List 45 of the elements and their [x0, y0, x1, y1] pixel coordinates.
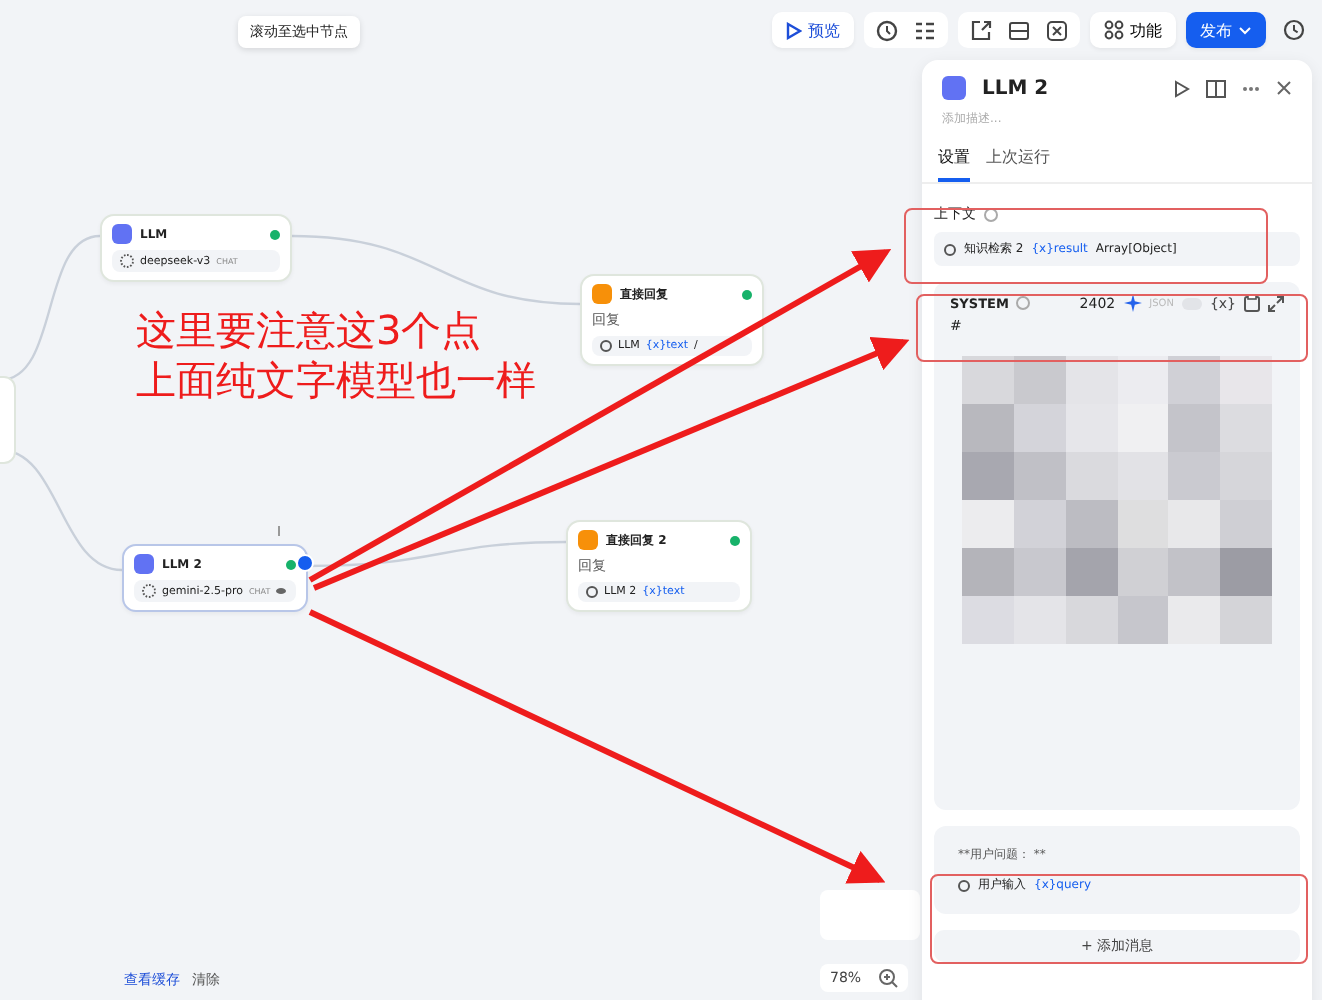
node-ref-icon: [586, 586, 598, 598]
add-handle[interactable]: [296, 554, 314, 572]
status-dot: [730, 535, 740, 545]
export-icon[interactable]: [970, 19, 992, 41]
features-button[interactable]: 功能: [1090, 12, 1176, 48]
publish-button[interactable]: 发布: [1186, 12, 1266, 48]
annotation-text: 上面纯文字模型也一样: [136, 356, 536, 406]
checklist-icon[interactable]: [914, 19, 936, 41]
status-dot: [742, 289, 752, 299]
panel-tab[interactable]: 上次运行: [986, 146, 1050, 182]
close-icon[interactable]: [1276, 80, 1292, 96]
annotation-text: 这里要注意这3个点: [136, 306, 484, 356]
preview-button[interactable]: 预览: [772, 12, 854, 48]
panel-title: LLM 2: [982, 77, 1049, 99]
play-icon[interactable]: [1174, 79, 1190, 97]
status-dot: [286, 559, 296, 569]
panel-tab[interactable]: 设置: [938, 146, 970, 182]
node-icon: [112, 224, 132, 244]
more-icon[interactable]: [1242, 85, 1260, 91]
variable-icon[interactable]: [1046, 19, 1068, 41]
node-ref-icon: [958, 879, 970, 891]
clipboard-icon[interactable]: [1244, 294, 1260, 312]
play-icon: [786, 21, 802, 39]
node-ref-icon: [600, 340, 612, 352]
caret-icon: [1238, 25, 1252, 35]
zoom-icon: [877, 968, 898, 988]
node-icon: [134, 554, 154, 574]
json-toggle[interactable]: [1181, 297, 1202, 309]
node-icon: [578, 530, 598, 550]
expand-icon[interactable]: [1268, 295, 1284, 311]
eye-icon: [276, 588, 287, 594]
model-icon: [142, 584, 156, 598]
clock-icon[interactable]: [876, 19, 898, 41]
status-dot: [270, 229, 280, 239]
history-icon[interactable]: [1282, 18, 1306, 42]
node-icon: [592, 284, 612, 304]
split-view-icon[interactable]: [1206, 79, 1226, 97]
help-icon: [984, 207, 998, 221]
model-icon: [120, 254, 134, 268]
sparkle-icon[interactable]: [1123, 294, 1142, 312]
grid-icon: [1104, 20, 1124, 40]
node-icon: [942, 76, 966, 100]
node-ref-icon: [944, 243, 956, 255]
help-icon: [1016, 296, 1031, 310]
panel-icon[interactable]: [1008, 19, 1030, 41]
